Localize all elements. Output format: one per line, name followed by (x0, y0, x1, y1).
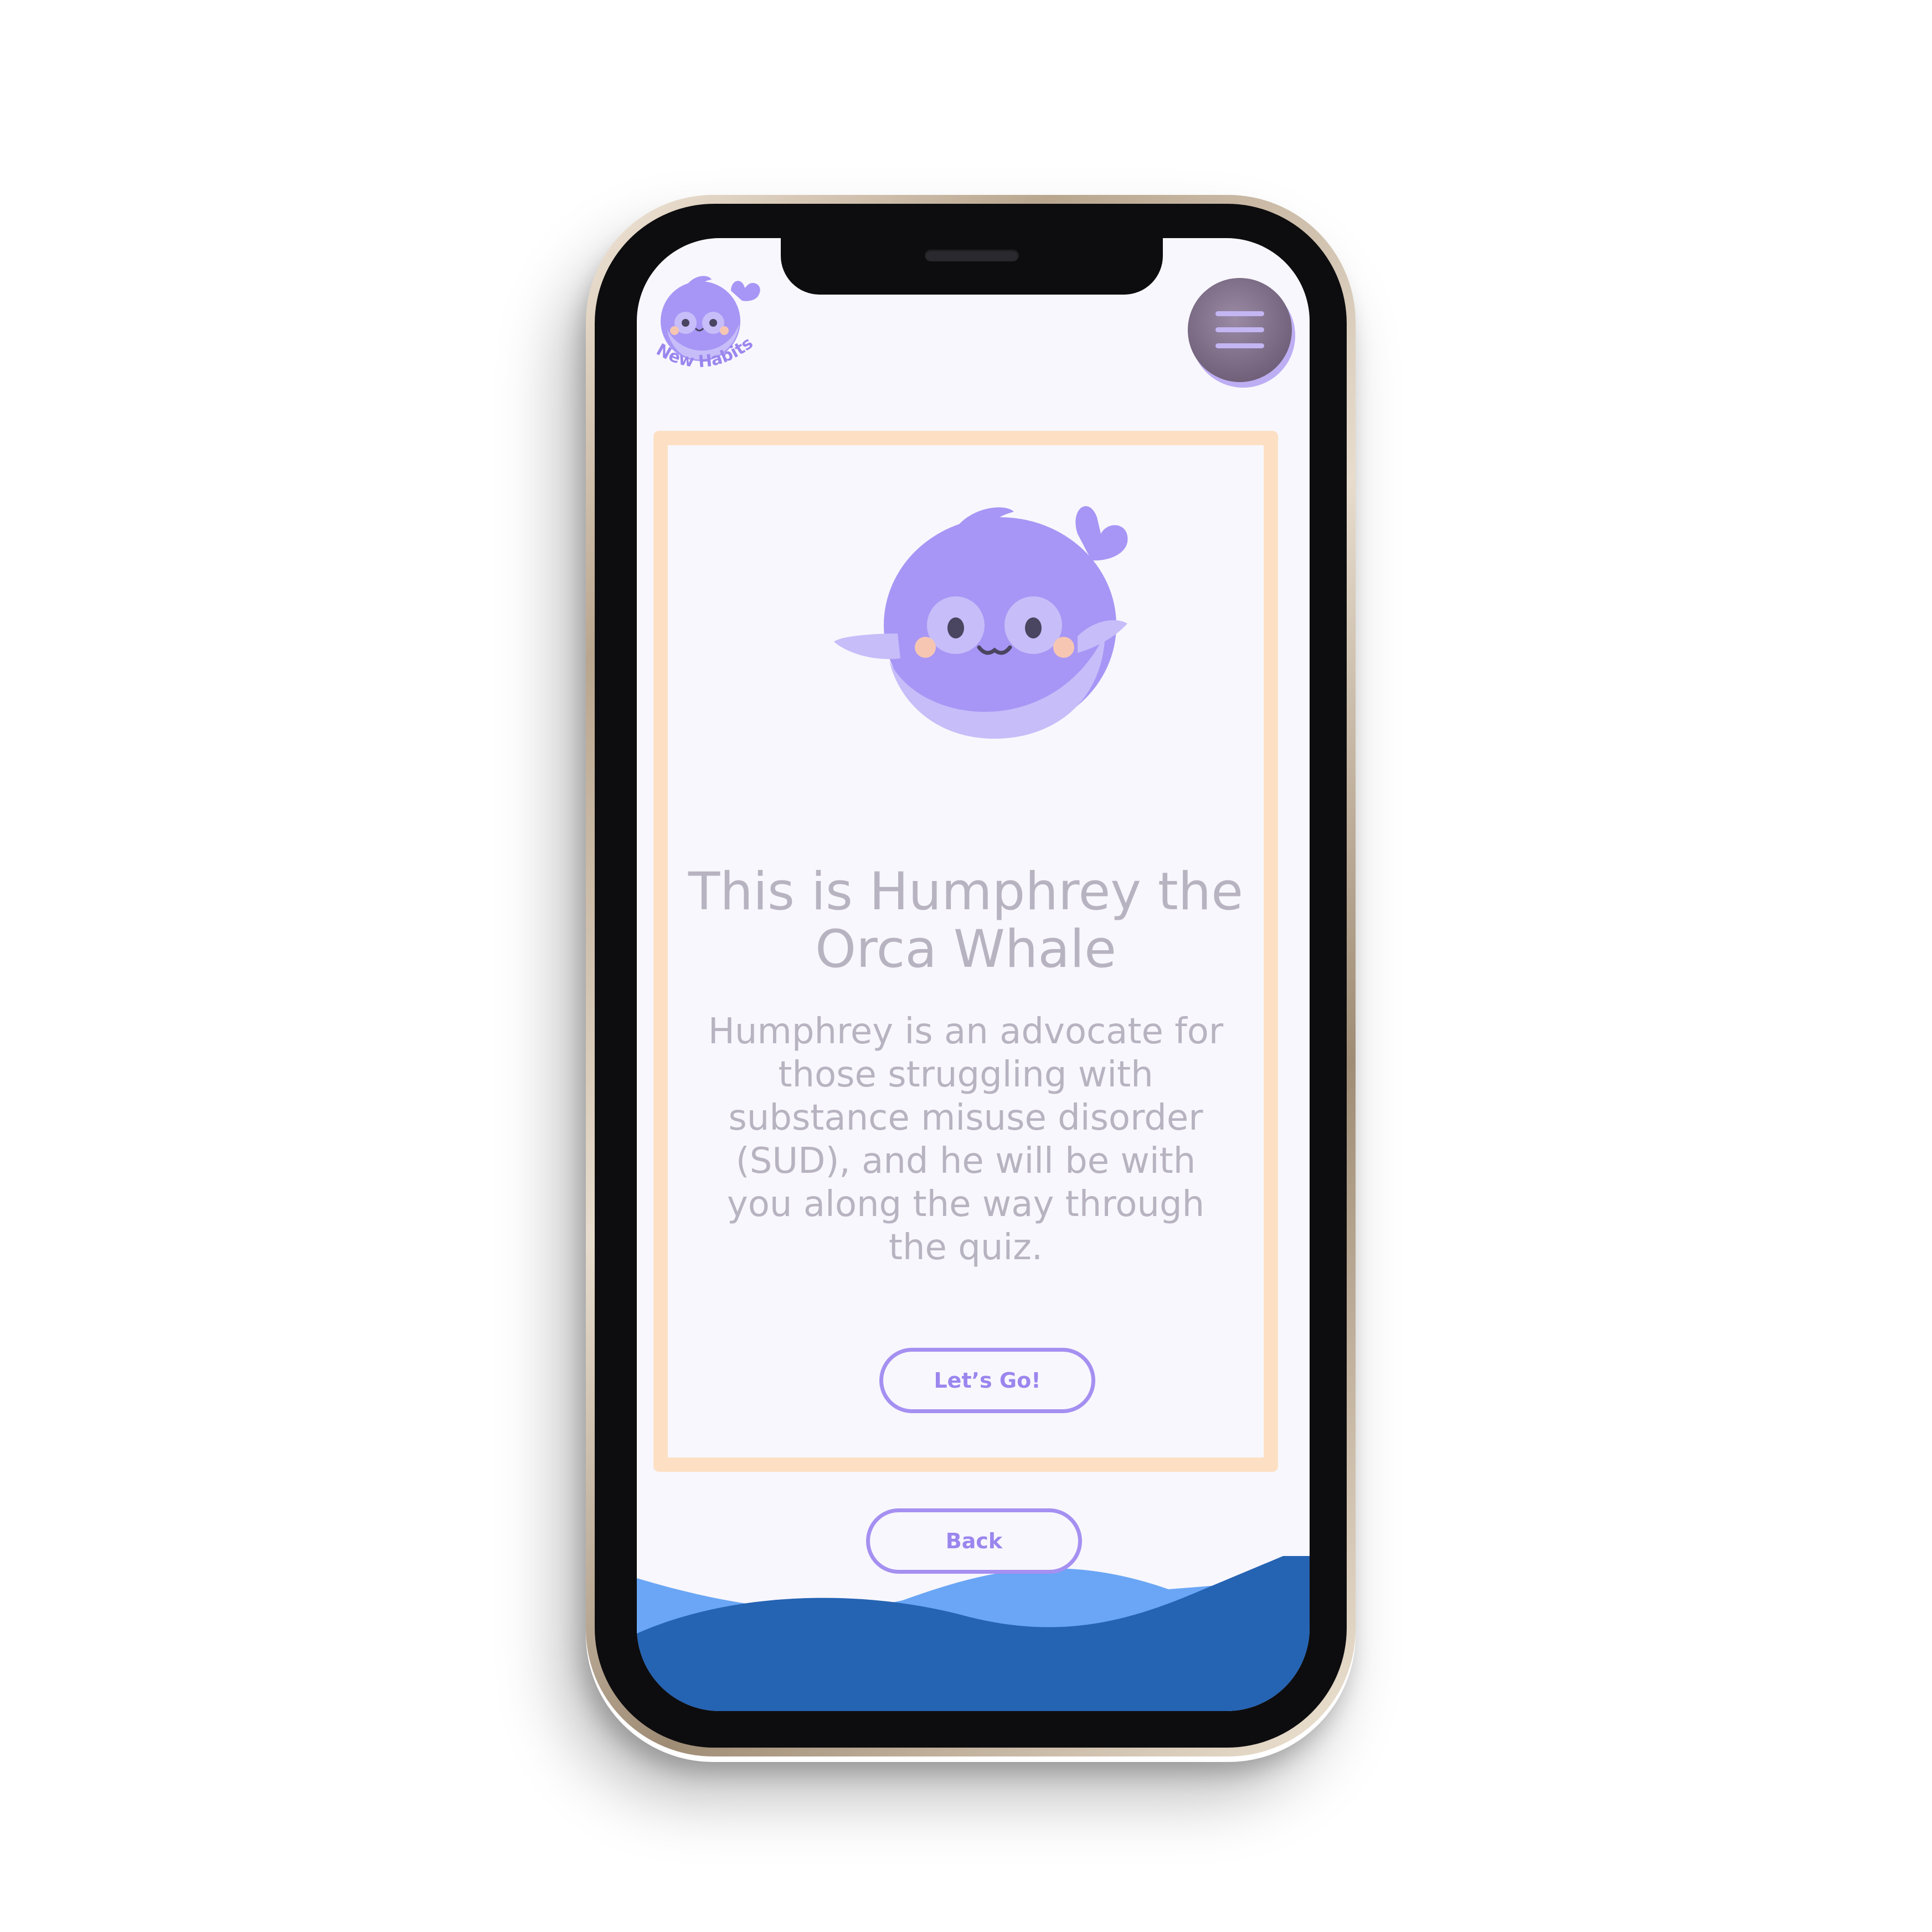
orca-whale-icon (834, 506, 1128, 739)
intro-card: This is Humphrey the Orca Whale Humphrey… (653, 431, 1278, 1472)
lets-go-button[interactable]: Let’s Go! (879, 1348, 1095, 1413)
back-button[interactable]: Back (866, 1508, 1082, 1574)
stage: New Habits This is Humphrey the Orca Wha… (0, 0, 1932, 1932)
card-description: Humphrey is an advocate for those strugg… (708, 1011, 1224, 1268)
ocean-waves-decoration (637, 1556, 1310, 1711)
card-title: This is Humphrey the Orca Whale (688, 862, 1244, 980)
app-logo[interactable]: New Habits (648, 269, 775, 385)
phone-speaker (925, 249, 1019, 261)
phone-notch (781, 234, 1163, 295)
menu-button[interactable] (1188, 278, 1292, 382)
whale-logo-icon: New Habits (653, 276, 760, 372)
phone-screen: New Habits This is Humphrey the Orca Wha… (637, 238, 1310, 1711)
